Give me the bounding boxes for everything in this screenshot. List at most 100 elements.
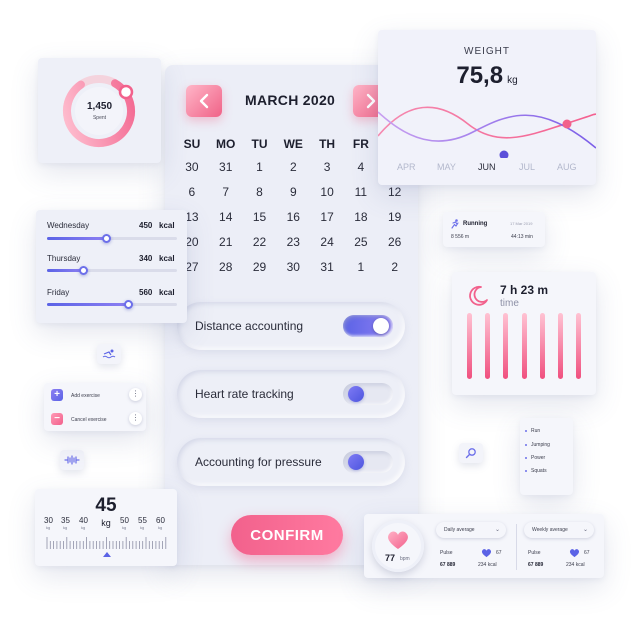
more-options-icon[interactable]: ⋮ — [129, 388, 142, 401]
sleep-label: time — [500, 298, 519, 309]
more-options-icon[interactable]: ⋮ — [129, 412, 142, 425]
weight-title: WEIGHT — [464, 46, 510, 57]
kcal-slider[interactable] — [47, 234, 177, 243]
calendar-day[interactable]: 30 — [276, 255, 310, 280]
running-card[interactable]: Running 17 Mar 2019 8 556 m 44:13 min — [443, 212, 545, 247]
sleep-bar[interactable] — [485, 313, 490, 379]
ruler-tick-label: 35 — [61, 516, 70, 525]
activity-label: Jumping — [531, 442, 550, 448]
running-title: Running — [463, 221, 488, 227]
pulse-bpm: 67 — [496, 550, 502, 556]
kcal-slider-thumb[interactable] — [79, 266, 89, 275]
calendar-day[interactable]: 29 — [243, 255, 277, 280]
calendar-day[interactable]: 6 — [175, 180, 209, 205]
calendar-day[interactable]: 21 — [209, 230, 243, 255]
ruler-scale[interactable] — [43, 535, 171, 559]
kcal-slider[interactable] — [47, 266, 177, 275]
heart-icon — [388, 531, 408, 549]
chevron-down-icon: ⌄ — [494, 527, 500, 533]
activity-item[interactable]: Jumping — [525, 442, 550, 448]
daily-average-select[interactable]: Daily average ⌄ — [436, 522, 506, 538]
kcal-slider-thumb[interactable] — [101, 234, 111, 243]
month-label[interactable]: APR — [397, 162, 416, 172]
activity-item[interactable]: Power — [525, 455, 545, 461]
calendar-day[interactable]: 28 — [209, 255, 243, 280]
calendar-day[interactable]: 25 — [344, 230, 378, 255]
sleep-bar[interactable] — [576, 313, 581, 379]
calendar-day[interactable]: 8 — [243, 180, 277, 205]
ruler-tick-unit: kg — [46, 525, 51, 530]
kcal-slider-thumb[interactable] — [123, 300, 133, 309]
activity-list-card: Run Jumping Power Squats — [520, 418, 573, 495]
sleep-bar[interactable] — [540, 313, 545, 379]
toggle-row-heart-rate[interactable]: Heart rate tracking — [177, 370, 405, 418]
calendar-day[interactable]: 19 — [378, 205, 412, 230]
activity-label: Squats — [531, 468, 547, 474]
calendar-day[interactable]: 11 — [344, 180, 378, 205]
chevron-down-icon: ⌄ — [582, 527, 588, 533]
prev-month-button[interactable] — [186, 85, 222, 117]
calendar-day[interactable]: 2 — [378, 255, 412, 280]
calendar-day[interactable]: 24 — [310, 230, 344, 255]
distance-accounting-switch[interactable] — [343, 315, 393, 337]
activity-item[interactable]: Run — [525, 428, 540, 434]
weight-point-pink[interactable] — [562, 119, 572, 129]
sleep-bar[interactable] — [558, 313, 563, 379]
kcal-slider[interactable] — [47, 300, 177, 309]
month-label[interactable]: AUG — [557, 162, 577, 172]
calendar-day[interactable]: 14 — [209, 205, 243, 230]
calendar-day[interactable]: 9 — [276, 180, 310, 205]
ring-handle[interactable] — [118, 84, 134, 100]
swim-tile[interactable] — [97, 344, 121, 364]
calendar-day[interactable]: 31 — [310, 255, 344, 280]
calendar-day[interactable]: 7 — [209, 180, 243, 205]
calendar-day[interactable]: 31 — [209, 155, 243, 180]
ruler-tick-unit: kg — [122, 525, 127, 530]
calendar-day[interactable]: 22 — [243, 230, 277, 255]
toggle-row-distance[interactable]: Distance accounting — [177, 302, 405, 350]
calendar-day[interactable]: 4 — [344, 155, 378, 180]
sleep-bar[interactable] — [522, 313, 527, 379]
search-tile[interactable] — [459, 443, 483, 463]
weight-point-violet[interactable] — [499, 150, 509, 159]
calendar-day[interactable]: 1 — [344, 255, 378, 280]
calendar-day[interactable]: 18 — [344, 205, 378, 230]
switch-knob — [373, 318, 389, 334]
calendar-day[interactable]: 30 — [175, 155, 209, 180]
pulse-steps: 67 889 — [440, 562, 456, 568]
waveform-tile[interactable] — [60, 450, 84, 470]
confirm-button[interactable]: CONFIRM — [231, 515, 343, 555]
add-exercise-row[interactable]: + Add exercise ⋮ — [44, 383, 146, 407]
calendar-day[interactable]: 26 — [378, 230, 412, 255]
activity-item[interactable]: Squats — [525, 468, 547, 474]
weekly-average-select[interactable]: Weekly average ⌄ — [524, 522, 594, 538]
calendar-day[interactable]: 15 — [243, 205, 277, 230]
heart-rate-switch[interactable] — [343, 383, 393, 405]
switch-knob — [348, 454, 364, 470]
pulse-bpm: 67 — [584, 550, 590, 556]
calendar-day[interactable]: 3 — [310, 155, 344, 180]
kcal-slider-fill — [47, 269, 84, 272]
pulse-label: Pulse — [528, 550, 541, 556]
sleep-bar[interactable] — [467, 313, 472, 379]
toggle-row-pressure[interactable]: Accounting for pressure — [177, 438, 405, 486]
pulse-dial: 77 bpm — [372, 520, 424, 572]
month-label[interactable]: JUL — [519, 162, 535, 172]
exercise-label: Cancel exercise — [71, 417, 107, 423]
sleep-bar[interactable] — [503, 313, 508, 379]
calendar-day[interactable]: 17 — [310, 205, 344, 230]
calendar-day[interactable]: 16 — [276, 205, 310, 230]
calendar-day[interactable]: 10 — [310, 180, 344, 205]
bullet-icon — [525, 456, 527, 459]
month-label[interactable]: MAY — [437, 162, 456, 172]
calendar-day[interactable]: 1 — [243, 155, 277, 180]
month-label-active[interactable]: JUN — [478, 162, 496, 172]
calendar-day[interactable]: 23 — [276, 230, 310, 255]
pressure-switch[interactable] — [343, 451, 393, 473]
chevron-right-icon — [366, 93, 376, 109]
minus-icon: − — [51, 413, 63, 425]
running-date: 17 Mar 2019 — [510, 221, 533, 226]
calendar-day[interactable]: 2 — [276, 155, 310, 180]
kcal-unit: kcal — [159, 221, 175, 230]
cancel-exercise-row[interactable]: − Cancel exercise ⋮ — [44, 407, 146, 431]
